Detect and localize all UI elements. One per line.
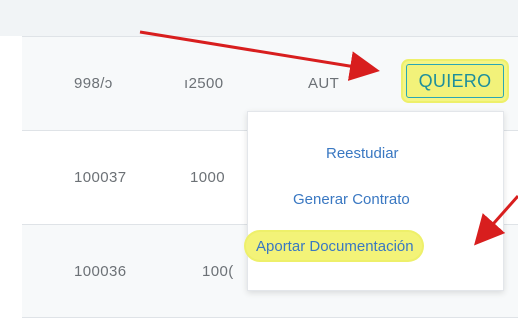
quiero-button[interactable]: QUIERO (406, 64, 504, 98)
table-area: 998/ɔ ı2500 AUT QUIERO 100037 1000 10003… (0, 0, 518, 319)
row-id: 100036 (74, 263, 127, 280)
row-id: 100037 (74, 169, 127, 186)
row-amount: 100( (202, 263, 234, 280)
table-header (0, 0, 518, 36)
row-amount: ı2500 (184, 75, 224, 92)
row-status: AUT (308, 75, 340, 92)
menu-item-aportar-documentacion[interactable]: Aportar Documentación (246, 232, 422, 260)
action-dropdown-menu: Reestudiar Generar Contrato Aportar Docu… (246, 111, 504, 291)
menu-item-reestudiar[interactable]: Reestudiar (326, 145, 399, 162)
row-amount: 1000 (190, 169, 225, 186)
row-id: 998/ɔ (74, 75, 113, 92)
menu-item-generar-contrato[interactable]: Generar Contrato (293, 191, 410, 208)
